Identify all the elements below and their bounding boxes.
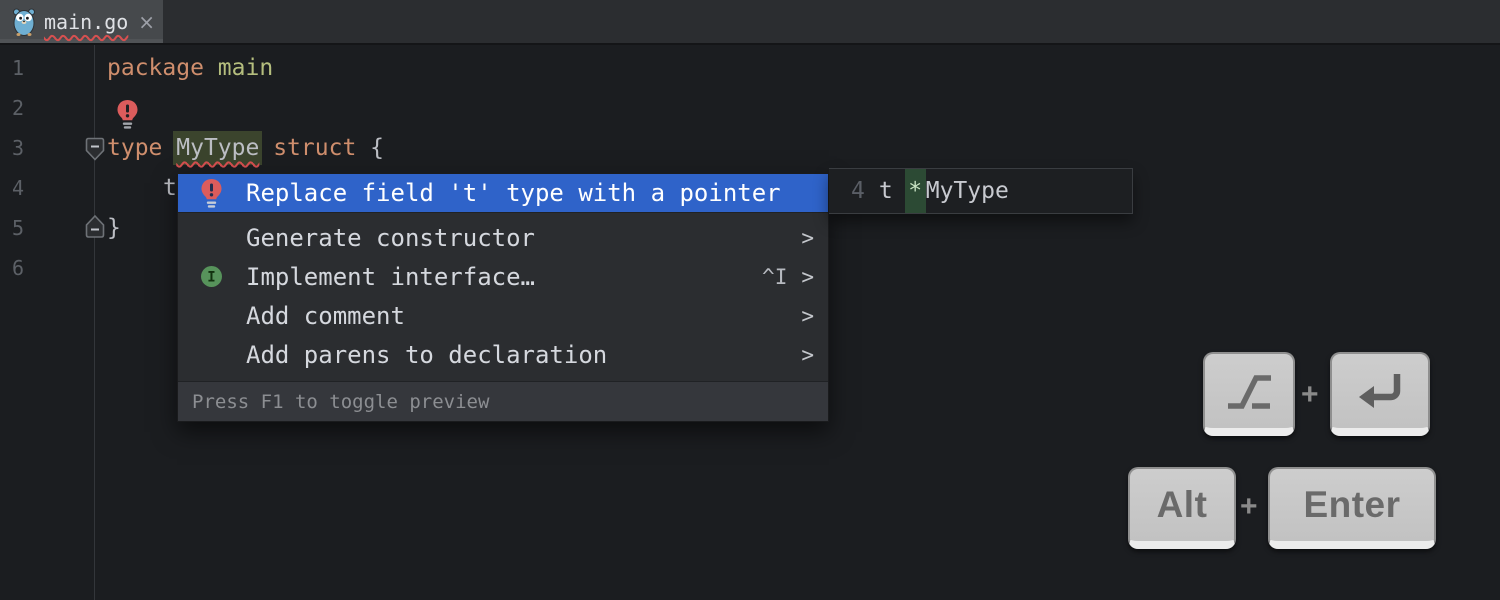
line-number: 4 [12,176,24,200]
chevron-right-icon: > [801,343,814,367]
code-line-2: 2 [0,88,1500,128]
menu-item-label: Implement interface… [246,263,535,291]
code-text: package main [107,55,273,81]
highlighted-type-name: MyType [173,131,262,165]
plus-sign: + [1301,378,1319,412]
alt-keycap: Alt [1128,467,1236,549]
tab-main-go[interactable]: main.go × [0,0,163,43]
preview-line-number: 4 [851,178,865,204]
menu-item-add-comment[interactable]: Add comment > [178,296,828,335]
fix-preview-panel: 4 t * MyType [829,168,1133,214]
menu-list: Generate constructor > I Implement inter… [178,218,828,381]
preview-added-token: * [905,169,926,213]
popup-footer-hint: Press F1 to toggle preview [178,381,828,421]
empty-icon-slot [200,300,223,331]
return-key-icon [1356,372,1404,410]
chevron-right-icon: > [801,265,814,289]
svg-text:I: I [207,270,215,286]
ide-window: main.go × 1 package main 2 3 type MyType… [0,0,1500,600]
code-line-1: 1 package main [0,48,1500,88]
empty-icon-slot [200,222,223,253]
menu-item-add-parens[interactable]: Add parens to declaration > [178,335,828,374]
preview-field-name: t [879,178,893,204]
code-text: type MyType struct { [107,135,384,161]
menu-item-replace-field-type[interactable]: Replace field 't' type with a pointer [178,174,828,212]
red-bulb-icon [200,178,223,209]
line-number: 3 [12,136,24,160]
line-number: 2 [12,96,24,120]
line-number: 6 [12,256,24,280]
menu-item-shortcut: ^I [762,265,787,289]
line-number: 5 [12,216,24,240]
menu-item-label: Replace field 't' type with a pointer [246,179,781,207]
line-number: 1 [12,56,24,80]
chevron-right-icon: > [801,304,814,328]
return-keycap [1330,352,1430,436]
code-text: t [163,175,177,201]
preview-type-name: MyType [926,178,1009,204]
menu-item-generate-constructor[interactable]: Generate constructor > [178,218,828,257]
editor-tab-bar: main.go × [0,0,1500,45]
implement-interface-icon: I [200,265,223,288]
tab-close-icon[interactable]: × [138,12,155,32]
code-line-3: 3 type MyType struct { [0,128,1500,168]
option-keycap [1203,352,1295,436]
plus-sign: + [1240,490,1258,524]
enter-keycap: Enter [1268,467,1436,549]
empty-icon-slot [200,339,223,370]
fold-expand-icon[interactable] [85,214,105,239]
alt-key-label: Alt [1157,484,1208,526]
menu-item-label: Add parens to declaration [246,341,607,369]
menu-item-implement-interface[interactable]: I Implement interface… ^I > [178,257,828,296]
code-text: } [107,215,121,241]
menu-item-label: Add comment [246,302,405,330]
tab-filename: main.go [44,10,128,34]
enter-key-label: Enter [1303,484,1400,526]
error-intention-bulb-icon[interactable] [116,99,139,130]
menu-item-label: Generate constructor [246,224,535,252]
option-key-icon [1225,370,1273,412]
intention-actions-popup: Replace field 't' type with a pointer Ge… [177,173,829,422]
chevron-right-icon: > [801,226,814,250]
go-gopher-icon [12,7,36,37]
fold-collapse-icon[interactable] [85,137,105,162]
